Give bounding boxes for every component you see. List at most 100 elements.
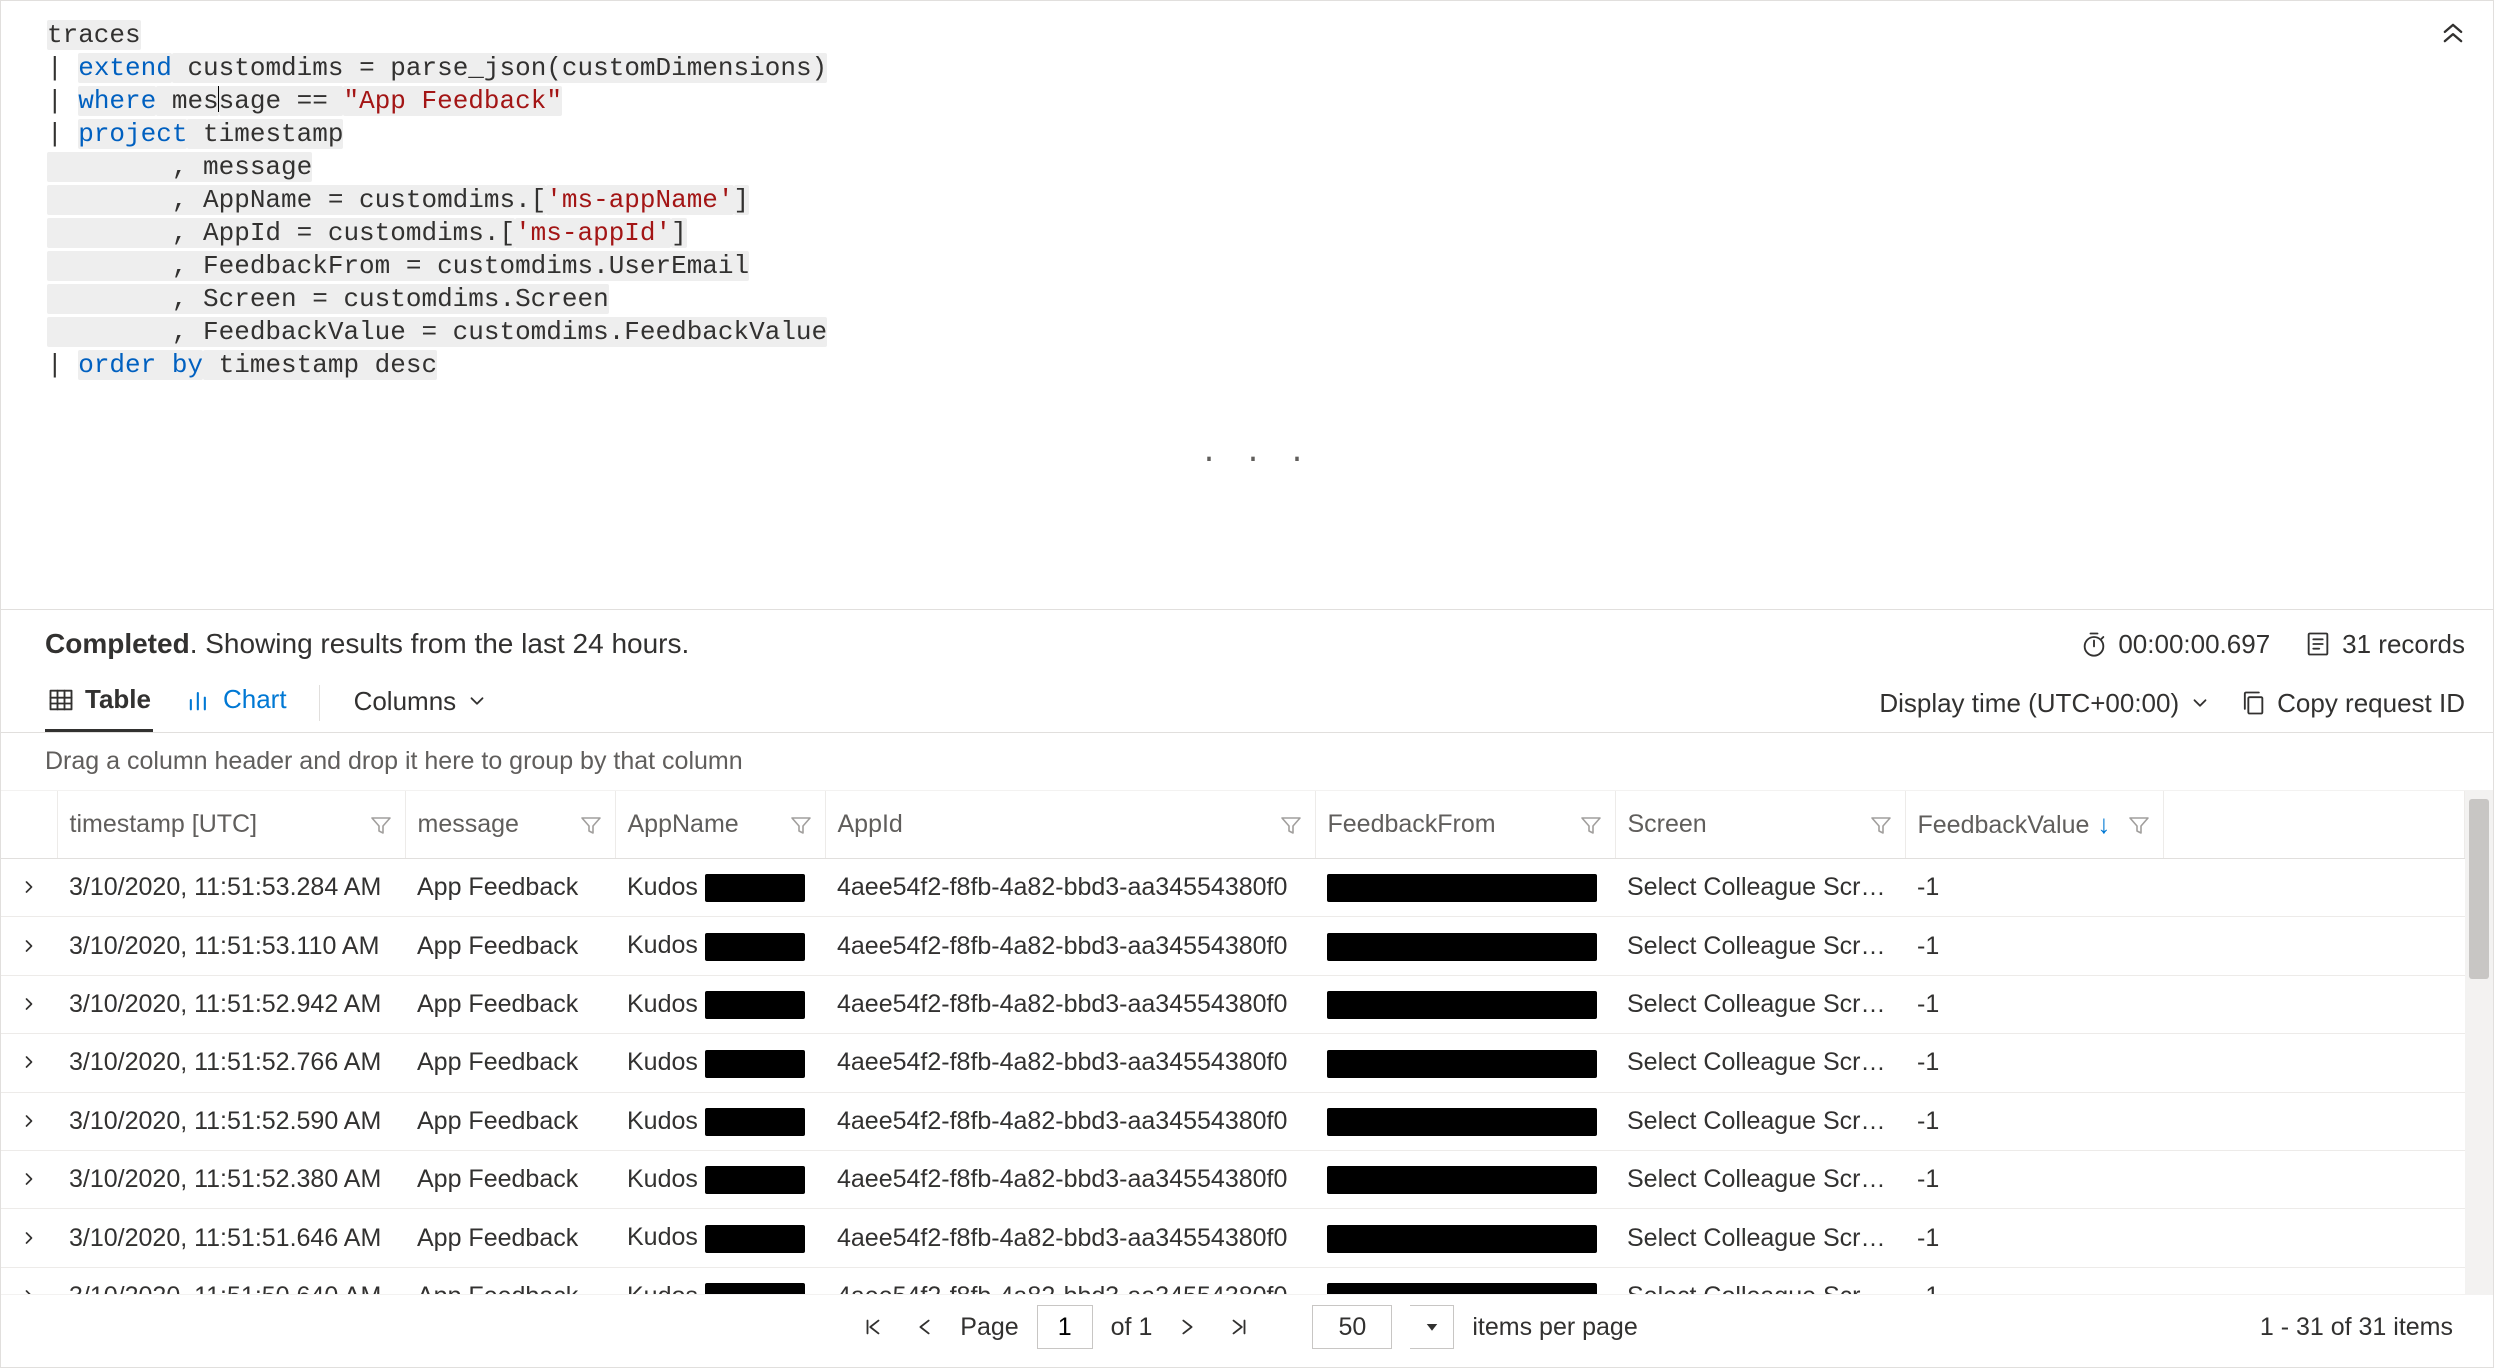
cell-appname: Kudos bbox=[615, 975, 825, 1033]
collapse-editor-button[interactable] bbox=[2433, 13, 2473, 53]
redacted-text bbox=[1327, 1225, 1597, 1253]
cell-feedbackfrom bbox=[1315, 1150, 1615, 1208]
redacted-text bbox=[1327, 1283, 1597, 1294]
records-icon bbox=[2304, 630, 2332, 658]
sort-down-icon: ↓ bbox=[2097, 809, 2110, 839]
cell-message: App Feedback bbox=[405, 1209, 615, 1267]
editor-resize-handle[interactable]: · · · bbox=[47, 444, 2463, 483]
cell-message: App Feedback bbox=[405, 1150, 615, 1208]
query-duration: 00:00:00.697 bbox=[2080, 629, 2270, 660]
table-row[interactable]: 3/10/2020, 11:51:52.942 AMApp FeedbackKu… bbox=[1, 975, 2465, 1033]
table-row[interactable]: 3/10/2020, 11:51:51.646 AMApp FeedbackKu… bbox=[1, 1209, 2465, 1267]
chevron-down-icon bbox=[466, 690, 488, 712]
redacted-text bbox=[1327, 1050, 1597, 1078]
expand-row-button[interactable] bbox=[1, 1092, 57, 1150]
cell-feedbackvalue: -1 bbox=[1905, 1267, 2163, 1294]
filter-icon[interactable] bbox=[1579, 813, 1603, 837]
cell-feedbackfrom bbox=[1315, 1034, 1615, 1092]
cell-screen: Select Colleague Screen bbox=[1615, 1209, 1905, 1267]
col-appname[interactable]: AppName bbox=[615, 791, 825, 859]
cell-feedbackvalue: -1 bbox=[1905, 1209, 2163, 1267]
cell-feedbackvalue: -1 bbox=[1905, 859, 2163, 917]
table-icon bbox=[47, 686, 75, 714]
expand-row-button[interactable] bbox=[1, 917, 57, 975]
cell-feedbackfrom bbox=[1315, 1092, 1615, 1150]
view-bar: Table Chart Columns Display time (UTC+00… bbox=[1, 670, 2493, 733]
scrollbar-thumb[interactable] bbox=[2469, 799, 2489, 979]
redacted-text bbox=[705, 1166, 805, 1194]
col-feedbackvalue[interactable]: FeedbackValue↓ bbox=[1905, 791, 2163, 859]
cell-screen: Select Colleague Screen bbox=[1615, 1267, 1905, 1294]
redacted-text bbox=[705, 1225, 805, 1253]
cell-timestamp: 3/10/2020, 11:51:53.284 AM bbox=[57, 859, 405, 917]
cell-appid: 4aee54f2-f8fb-4a82-bbd3-aa34554380f0 bbox=[825, 859, 1315, 917]
page-label: Page bbox=[960, 1313, 1018, 1342]
expand-row-button[interactable] bbox=[1, 1267, 57, 1294]
columns-button[interactable]: Columns bbox=[350, 676, 493, 731]
display-time-button[interactable]: Display time (UTC+00:00) bbox=[1879, 688, 2211, 719]
cell-screen: Select Colleague Screen bbox=[1615, 1092, 1905, 1150]
cell-message: App Feedback bbox=[405, 1267, 615, 1294]
page-prev-button[interactable] bbox=[908, 1310, 942, 1344]
cell-timestamp: 3/10/2020, 11:51:52.766 AM bbox=[57, 1034, 405, 1092]
kw-project: project bbox=[78, 119, 187, 149]
filter-icon[interactable] bbox=[1279, 813, 1303, 837]
per-page-dropdown[interactable] bbox=[1410, 1305, 1454, 1349]
page-last-button[interactable] bbox=[1222, 1310, 1256, 1344]
page-number-input[interactable] bbox=[1037, 1305, 1093, 1349]
table-row[interactable]: 3/10/2020, 11:51:53.110 AMApp FeedbackKu… bbox=[1, 917, 2465, 975]
tab-chart[interactable]: Chart bbox=[183, 674, 289, 732]
cell-feedbackvalue: -1 bbox=[1905, 1034, 2163, 1092]
query-editor[interactable]: traces | extend customdims = parse_json(… bbox=[1, 1, 2493, 610]
kw-extend: extend bbox=[78, 53, 172, 83]
cell-appname: Kudos bbox=[615, 1150, 825, 1208]
tab-table[interactable]: Table bbox=[45, 674, 153, 732]
filter-icon[interactable] bbox=[1869, 813, 1893, 837]
cell-feedbackfrom bbox=[1315, 1267, 1615, 1294]
status-bar: Completed. Showing results from the last… bbox=[1, 610, 2493, 670]
copy-request-id-button[interactable]: Copy request ID bbox=[2239, 688, 2465, 719]
kw-where: where bbox=[78, 86, 156, 116]
filter-icon[interactable] bbox=[2127, 813, 2151, 837]
page-first-button[interactable] bbox=[856, 1310, 890, 1344]
col-appid[interactable]: AppId bbox=[825, 791, 1315, 859]
cell-screen: Select Colleague Screen bbox=[1615, 975, 1905, 1033]
cell-feedbackfrom bbox=[1315, 859, 1615, 917]
cell-feedbackvalue: -1 bbox=[1905, 917, 2163, 975]
table-row[interactable]: 3/10/2020, 11:51:52.766 AMApp FeedbackKu… bbox=[1, 1034, 2465, 1092]
page-next-button[interactable] bbox=[1170, 1310, 1204, 1344]
table-row[interactable]: 3/10/2020, 11:51:52.590 AMApp FeedbackKu… bbox=[1, 1092, 2465, 1150]
filter-icon[interactable] bbox=[369, 813, 393, 837]
table-row[interactable]: 3/10/2020, 11:51:50.640 AMApp FeedbackKu… bbox=[1, 1267, 2465, 1294]
group-by-drop-zone[interactable]: Drag a column header and drop it here to… bbox=[1, 733, 2493, 791]
cell-appname: Kudos bbox=[615, 1034, 825, 1092]
cell-feedbackvalue: -1 bbox=[1905, 1092, 2163, 1150]
chevron-down-icon bbox=[2189, 692, 2211, 714]
cell-message: App Feedback bbox=[405, 975, 615, 1033]
expand-row-button[interactable] bbox=[1, 859, 57, 917]
cell-message: App Feedback bbox=[405, 1092, 615, 1150]
table-row[interactable]: 3/10/2020, 11:51:52.380 AMApp FeedbackKu… bbox=[1, 1150, 2465, 1208]
expand-row-button[interactable] bbox=[1, 975, 57, 1033]
filter-icon[interactable] bbox=[579, 813, 603, 837]
record-count: 31 records bbox=[2304, 629, 2465, 660]
cell-feedbackfrom bbox=[1315, 975, 1615, 1033]
expand-row-button[interactable] bbox=[1, 1034, 57, 1092]
expand-row-button[interactable] bbox=[1, 1150, 57, 1208]
cell-appname: Kudos bbox=[615, 859, 825, 917]
page-of-label: of 1 bbox=[1111, 1313, 1153, 1342]
cell-feedbackvalue: -1 bbox=[1905, 1150, 2163, 1208]
vertical-scrollbar[interactable] bbox=[2465, 791, 2493, 1294]
expand-row-button[interactable] bbox=[1, 1209, 57, 1267]
col-feedbackfrom[interactable]: FeedbackFrom bbox=[1315, 791, 1615, 859]
col-message[interactable]: message bbox=[405, 791, 615, 859]
filter-icon[interactable] bbox=[789, 813, 813, 837]
kw-orderby: order by bbox=[78, 350, 203, 380]
cell-feedbackfrom bbox=[1315, 1209, 1615, 1267]
col-timestamp[interactable]: timestamp [UTC] bbox=[57, 791, 405, 859]
cell-appid: 4aee54f2-f8fb-4a82-bbd3-aa34554380f0 bbox=[825, 917, 1315, 975]
results-table: timestamp [UTC] message AppName AppId Fe… bbox=[1, 791, 2465, 1294]
col-screen[interactable]: Screen bbox=[1615, 791, 1905, 859]
table-row[interactable]: 3/10/2020, 11:51:53.284 AMApp FeedbackKu… bbox=[1, 859, 2465, 917]
cell-appname: Kudos bbox=[615, 917, 825, 975]
